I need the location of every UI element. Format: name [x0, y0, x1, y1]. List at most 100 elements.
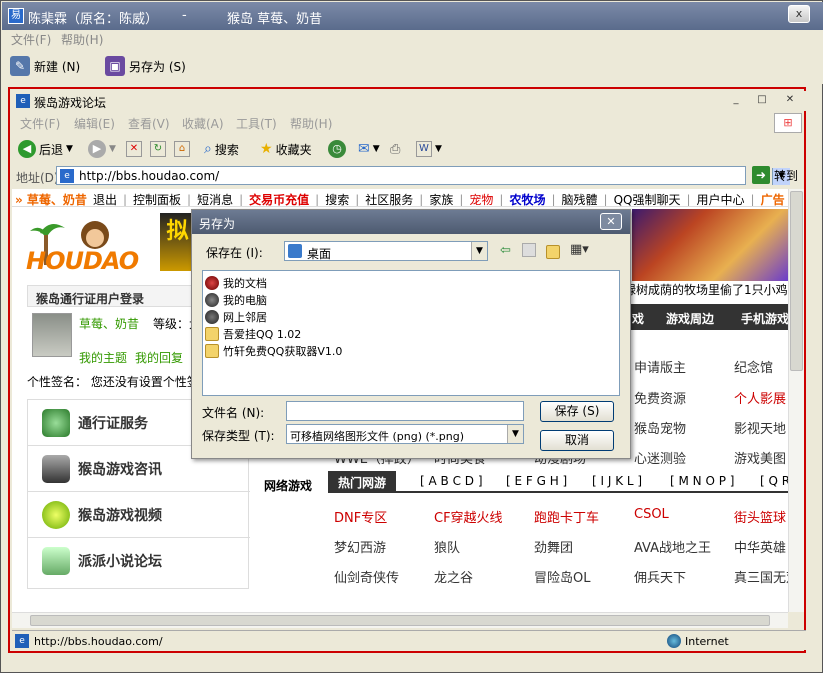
- scroll-thumb[interactable]: [790, 191, 803, 371]
- file-item[interactable]: 网上邻居: [205, 309, 267, 325]
- address-input[interactable]: e http://bbs.houdao.com/ ▼: [56, 166, 790, 185]
- game-link[interactable]: 中华英雄: [734, 537, 786, 556]
- floppy-disk-icon: ▣: [105, 56, 125, 76]
- menu-view[interactable]: 查看(V): [128, 115, 170, 132]
- chevron-down-icon: ▼: [471, 242, 487, 260]
- new-doc-icon: ✎: [10, 56, 30, 76]
- horizontal-scrollbar[interactable]: [12, 612, 788, 628]
- filename-input[interactable]: [286, 401, 524, 421]
- save-in-select[interactable]: 桌面 ▼: [284, 241, 488, 261]
- file-item-label: 我的文档: [223, 277, 267, 290]
- outer-close-button[interactable]: x: [788, 5, 810, 23]
- file-item[interactable]: 我的电脑: [205, 292, 267, 308]
- menu-file[interactable]: 文件(F): [20, 115, 60, 132]
- new-folder-icon[interactable]: [546, 243, 562, 259]
- favorites-button[interactable]: ★ 收藏夹: [260, 138, 312, 160]
- filename-label: 文件名 (N):: [202, 406, 265, 420]
- refresh-button[interactable]: ↻: [150, 138, 166, 160]
- file-item-label: 网上邻居: [223, 311, 267, 324]
- chevron-down-icon: ▼: [66, 144, 73, 154]
- close-icon: ✕: [785, 94, 795, 105]
- forward-button[interactable]: ▶ ▼: [88, 138, 116, 160]
- outer-menu-help[interactable]: 帮助(H): [61, 31, 103, 48]
- file-item[interactable]: 我的文档: [205, 275, 267, 291]
- search-button-label: 搜索: [214, 142, 239, 157]
- browser-menu-bar: 文件(F) 编辑(E) 查看(V) 收藏(A) 工具(T) 帮助(H): [12, 113, 806, 131]
- network-icon: [205, 310, 219, 324]
- game-link[interactable]: 佣兵天下: [634, 567, 686, 586]
- save-in-label: 保存在 (I):: [206, 246, 263, 260]
- view-menu-icon[interactable]: ▦▾: [570, 242, 589, 257]
- scroll-thumb[interactable]: [30, 615, 770, 626]
- new-button[interactable]: ✎ 新建 (N): [10, 54, 80, 78]
- outer-menu-bar: 文件(F) 帮助(H): [2, 30, 823, 48]
- back-folder-icon[interactable]: ⇦: [500, 243, 511, 258]
- search-button[interactable]: ⌕ 搜索: [204, 138, 239, 160]
- up-folder-icon[interactable]: [522, 243, 536, 257]
- chevron-down-icon: ▼: [435, 144, 442, 154]
- game-link[interactable]: 冒险岛OL: [534, 567, 590, 586]
- back-button[interactable]: ◀ 后退 ▼: [18, 138, 73, 160]
- file-list[interactable]: 我的文档 我的电脑 网上邻居 吾爱挂QQ 1.02 竹轩免费QQ获取器V1.0: [202, 270, 620, 396]
- game-link[interactable]: CSOL: [634, 507, 669, 522]
- folder-icon: [205, 344, 219, 358]
- outer-menu-file[interactable]: 文件(F): [11, 31, 51, 48]
- file-item-label: 我的电脑: [223, 294, 267, 307]
- status-url: http://bbs.houdao.com/: [34, 635, 163, 648]
- favorites-button-label: 收藏夹: [275, 142, 312, 157]
- filetype-select[interactable]: 可移植网络图形文件 (png) (*.png) ▼: [286, 424, 524, 444]
- word-icon: W: [416, 141, 432, 157]
- go-button-label: 转到: [774, 168, 799, 183]
- game-link[interactable]: AVA战地之王: [634, 537, 711, 556]
- history-button[interactable]: ◷: [328, 138, 346, 160]
- game-link[interactable]: CF穿越火线: [434, 507, 503, 526]
- print-button[interactable]: ⎙: [390, 138, 400, 160]
- browser-close-button[interactable]: ✕: [780, 94, 800, 108]
- menu-favorites[interactable]: 收藏(A): [182, 115, 224, 132]
- filetype-value: 可移植网络图形文件 (png) (*.png): [290, 430, 465, 443]
- file-item[interactable]: 竹轩免费QQ获取器V1.0: [205, 343, 342, 359]
- back-arrow-icon: ◀: [18, 140, 36, 158]
- browser-title: 猴岛游戏论坛: [34, 96, 107, 110]
- home-button[interactable]: ⌂: [174, 138, 190, 160]
- save-button[interactable]: 保存 (S): [540, 401, 614, 422]
- back-button-label: 后退: [39, 142, 64, 157]
- game-link[interactable]: 真三国无双: [734, 567, 788, 586]
- my-documents-icon: [205, 276, 219, 290]
- save-in-value: 桌面: [307, 247, 332, 261]
- mail-button[interactable]: ✉ ▼: [358, 138, 380, 160]
- zone-label: Internet: [685, 634, 729, 648]
- menu-edit[interactable]: 编辑(E): [74, 115, 115, 132]
- game-link[interactable]: DNF专区: [334, 507, 387, 526]
- chevron-down-icon: ▼: [507, 425, 523, 443]
- globe-icon: [667, 634, 681, 648]
- maximize-button[interactable]: □: [752, 94, 772, 108]
- minimize-button[interactable]: _: [726, 94, 746, 108]
- address-bar: 地址(D) e http://bbs.houdao.com/ ▼ ➜ 转到: [12, 165, 806, 187]
- game-link[interactable]: 跑跑卡丁车: [534, 507, 599, 526]
- cancel-button[interactable]: 取消: [540, 430, 614, 451]
- dialog-close-button[interactable]: ✕: [600, 213, 622, 230]
- close-icon: ✕: [606, 215, 616, 228]
- game-link[interactable]: 街头篮球: [734, 507, 786, 526]
- game-link[interactable]: 龙之谷: [434, 567, 473, 586]
- outer-title-bar: 易 陈棐霖（原名：陈威） - 猴岛 草莓、奶昔 x: [2, 2, 823, 30]
- file-item[interactable]: 吾爱挂QQ 1.02: [205, 326, 301, 342]
- ie-icon: e: [16, 94, 30, 108]
- menu-help[interactable]: 帮助(H): [290, 115, 332, 132]
- browser-toolbar: ◀ 后退 ▼ ▶ ▼ ✕ ↻ ⌂ ⌕ 搜索 ★ 收藏夹 ◷ ✉ ▼ ⎙ W ▼: [12, 133, 806, 163]
- search-icon: ⌕: [204, 141, 212, 157]
- menu-tools[interactable]: 工具(T): [236, 115, 277, 132]
- address-label: 地址(D): [16, 171, 59, 185]
- game-link[interactable]: 狼队: [434, 537, 460, 556]
- edit-button[interactable]: W ▼: [416, 138, 442, 160]
- game-link[interactable]: 仙剑奇侠传: [334, 567, 399, 586]
- vertical-scrollbar[interactable]: [788, 189, 804, 612]
- game-link[interactable]: 劲舞团: [534, 537, 573, 556]
- outer-title: 陈棐霖（原名：陈威）: [28, 12, 159, 27]
- stop-icon: ✕: [126, 141, 142, 157]
- go-button[interactable]: ➜ 转到: [752, 166, 798, 184]
- save-as-button[interactable]: ▣ 另存为 (S): [105, 54, 186, 78]
- stop-button[interactable]: ✕: [126, 138, 142, 160]
- game-link[interactable]: 梦幻西游: [334, 537, 386, 556]
